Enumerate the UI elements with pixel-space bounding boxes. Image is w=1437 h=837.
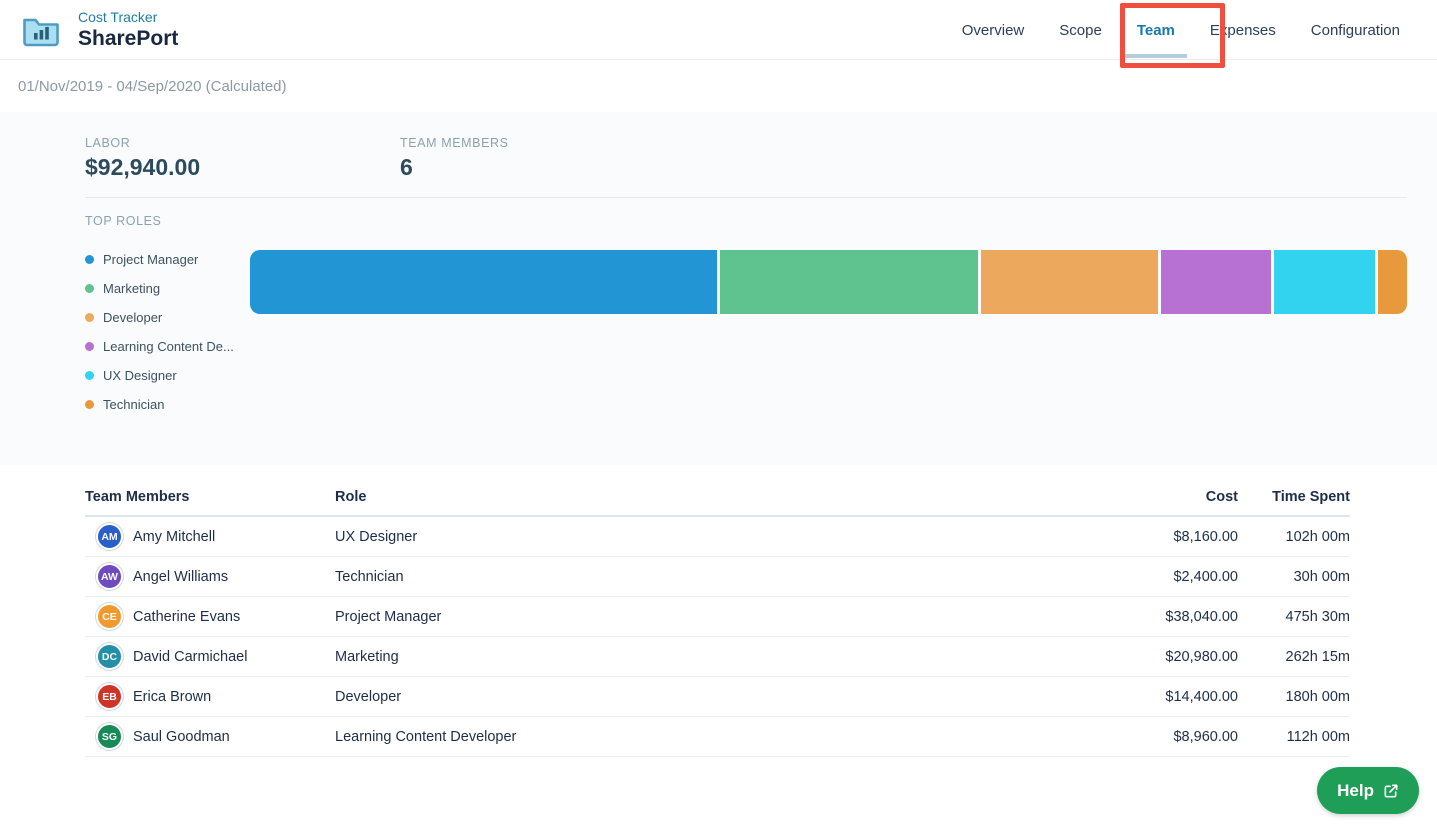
legend-item: UX Designer: [85, 366, 250, 385]
legend-dot-icon: [85, 342, 94, 351]
table-header-row: Team Members Role Cost Time Spent: [85, 489, 1350, 517]
member-cost: $8,960.00: [1108, 729, 1238, 745]
team-members-value: 6: [400, 154, 509, 181]
legend-dot-icon: [85, 255, 94, 264]
labor-value: $92,940.00: [85, 154, 400, 181]
legend-label: Marketing: [103, 281, 160, 296]
member-name-cell: CE Catherine Evans: [85, 603, 335, 630]
member-role: Project Manager: [335, 609, 1108, 625]
bar-segment-technician: [1378, 250, 1407, 314]
table-row: AW Angel Williams Technician$2,400.0030h 0…: [85, 557, 1350, 597]
legend-item: Learning Content De...: [85, 337, 250, 356]
member-time-spent: 30h 00m: [1238, 569, 1350, 585]
divider: [85, 197, 1407, 198]
bar-segment-learning-content-developer: [1161, 250, 1271, 314]
avatar: AM: [96, 523, 123, 550]
tab-configuration[interactable]: Configuration: [1311, 0, 1400, 60]
member-role: Learning Content Developer: [335, 729, 1108, 745]
member-time-spent: 180h 00m: [1238, 689, 1350, 705]
avatar: AW: [96, 563, 123, 590]
member-name: David Carmichael: [133, 649, 247, 665]
member-time-spent: 112h 00m: [1238, 729, 1350, 745]
legend-label: Project Manager: [103, 252, 198, 267]
legend-label: Technician: [103, 397, 164, 412]
member-role: UX Designer: [335, 529, 1108, 545]
tab-scope[interactable]: Scope: [1059, 0, 1102, 60]
legend-item: Marketing: [85, 279, 250, 298]
app-label: Cost Tracker: [78, 9, 178, 26]
member-name-cell: SG Saul Goodman: [85, 723, 335, 750]
member-role: Technician: [335, 569, 1108, 585]
member-cost: $2,400.00: [1108, 569, 1238, 585]
bar-segment-project-manager: [250, 250, 717, 314]
legend-item: Project Manager: [85, 250, 250, 269]
table-row: DC David Carmichael Marketing$20,980.00262…: [85, 637, 1350, 677]
tab-overview[interactable]: Overview: [962, 0, 1025, 60]
member-time-spent: 262h 15m: [1238, 649, 1350, 665]
member-name-cell: DC David Carmichael: [85, 643, 335, 670]
labor-summary: LABOR $92,940.00: [85, 136, 400, 181]
bar-segment-marketing: [720, 250, 978, 314]
legend-item: Technician: [85, 395, 250, 414]
labor-label: LABOR: [85, 136, 400, 150]
top-roles-label: TOP ROLES: [85, 214, 1407, 228]
bar-segment-ux-designer: [1274, 250, 1374, 314]
table-row: EB Erica Brown Developer$14,400.00180h 00m: [85, 677, 1350, 717]
member-name-cell: AW Angel Williams: [85, 563, 335, 590]
team-members-summary: TEAM MEMBERS 6: [400, 136, 509, 181]
legend-dot-icon: [85, 313, 94, 322]
avatar: CE: [96, 603, 123, 630]
member-name: Angel Williams: [133, 569, 228, 585]
help-button-label: Help: [1337, 781, 1374, 801]
member-cost: $14,400.00: [1108, 689, 1238, 705]
roles-legend: Project Manager Marketing Developer Learnin…: [85, 250, 250, 414]
member-name-cell: AM Amy Mitchell: [85, 523, 335, 550]
avatar: EB: [96, 683, 123, 710]
summary-panel: LABOR $92,940.00 TEAM MEMBERS 6 TOP ROLE…: [0, 112, 1437, 465]
member-name: Erica Brown: [133, 689, 211, 705]
legend-item: Developer: [85, 308, 250, 327]
help-button[interactable]: Help: [1317, 767, 1419, 814]
date-range-bar: 01/Nov/2019 - 04/Sep/2020 (Calculated): [0, 60, 1437, 112]
table-row: CE Catherine Evans Project Manager$38,040.…: [85, 597, 1350, 637]
team-table-section: Team Members Role Cost Time Spent AM Amy …: [0, 465, 1437, 757]
legend-dot-icon: [85, 284, 94, 293]
roles-stacked-bar: [250, 250, 1407, 314]
folder-chart-icon: [20, 11, 62, 49]
member-name: Catherine Evans: [133, 609, 240, 625]
tab-expenses[interactable]: Expenses: [1210, 0, 1276, 60]
page-title: SharePort: [78, 26, 178, 51]
col-cost: Cost: [1108, 489, 1238, 505]
member-cost: $8,160.00: [1108, 529, 1238, 545]
col-role: Role: [335, 489, 1108, 505]
external-link-icon: [1383, 783, 1399, 799]
nav-tabs: Overview Scope Team Expenses Configuration: [962, 0, 1400, 60]
bar-segment-developer: [981, 250, 1158, 314]
legend-dot-icon: [85, 371, 94, 380]
member-name-cell: EB Erica Brown: [85, 683, 335, 710]
date-range-text: 01/Nov/2019 - 04/Sep/2020 (Calculated): [18, 78, 287, 95]
member-name: Amy Mitchell: [133, 529, 215, 545]
app-header: Cost Tracker SharePort Overview Scope Team…: [0, 0, 1437, 60]
member-name: Saul Goodman: [133, 729, 230, 745]
table-body: AM Amy Mitchell UX Designer$8,160.00102h 0…: [85, 517, 1350, 757]
member-time-spent: 102h 00m: [1238, 529, 1350, 545]
member-time-spent: 475h 30m: [1238, 609, 1350, 625]
legend-label: UX Designer: [103, 368, 177, 383]
member-cost: $38,040.00: [1108, 609, 1238, 625]
col-team-members: Team Members: [85, 489, 335, 505]
avatar: DC: [96, 643, 123, 670]
table-row: SG Saul Goodman Learning Content Developer…: [85, 717, 1350, 757]
avatar: SG: [96, 723, 123, 750]
member-role: Developer: [335, 689, 1108, 705]
member-role: Marketing: [335, 649, 1108, 665]
legend-dot-icon: [85, 400, 94, 409]
col-time-spent: Time Spent: [1238, 489, 1350, 505]
member-cost: $20,980.00: [1108, 649, 1238, 665]
team-members-label: TEAM MEMBERS: [400, 136, 509, 150]
legend-label: Developer: [103, 310, 162, 325]
tab-team[interactable]: Team: [1137, 0, 1175, 60]
table-row: AM Amy Mitchell UX Designer$8,160.00102h 0…: [85, 517, 1350, 557]
legend-label: Learning Content De...: [103, 339, 234, 354]
